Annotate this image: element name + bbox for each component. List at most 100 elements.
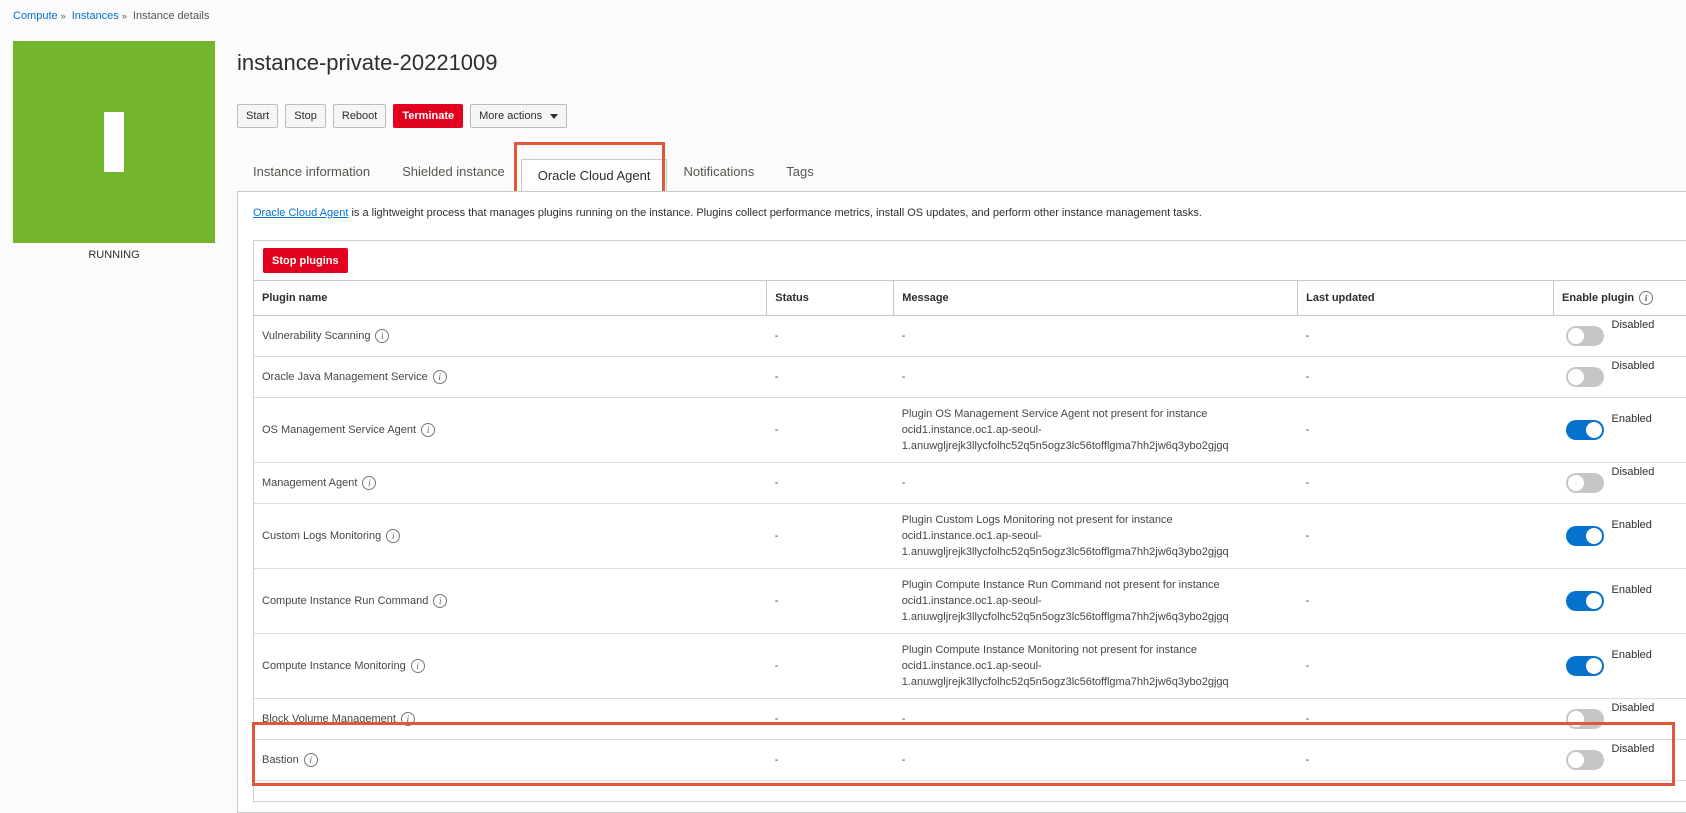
- plugin-toggle-label: Disabled: [1611, 360, 1655, 372]
- plugin-toggle-switch[interactable]: [1565, 656, 1604, 676]
- plugin-message-line: Plugin OS Management Service Agent not p…: [901, 408, 1208, 420]
- table-row: Vulnerability Scanning i - - - Disabled: [254, 315, 1686, 357]
- plugin-status: -: [766, 503, 894, 569]
- plugin-name-cell: Oracle Java Management Service i: [254, 356, 767, 398]
- stop-plugins-button[interactable]: Stop plugins: [263, 248, 348, 273]
- plugin-toggle-label: Disabled: [1611, 466, 1655, 478]
- plugin-toggle-label: Enabled: [1611, 413, 1652, 425]
- plugin-toggle-switch[interactable]: [1565, 420, 1604, 440]
- plugin-last-updated: -: [1297, 503, 1554, 569]
- plugin-message-line: Plugin Custom Logs Monitoring not presen…: [901, 514, 1173, 526]
- plugin-message-line: -: [901, 330, 906, 342]
- agent-description-text: is a lightweight process that manages pl…: [348, 207, 1202, 219]
- plugin-last-updated: -: [1297, 397, 1554, 463]
- plugin-message-cell: -: [893, 315, 1298, 357]
- table-row: OS Management Service Agent i - Plugin OS M…: [254, 397, 1686, 463]
- plugin-name-cell: Compute Instance Monitoring i: [254, 633, 767, 699]
- plugin-toggle-switch[interactable]: [1565, 326, 1604, 346]
- plugin-status: -: [766, 633, 894, 699]
- start-button[interactable]: Start: [237, 104, 279, 128]
- plugin-toggle-label: Enabled: [1611, 584, 1652, 596]
- breadcrumb-compute[interactable]: Compute: [13, 10, 58, 22]
- plugin-toggle-switch[interactable]: [1565, 526, 1604, 546]
- column-header-last-updated: Last updated: [1297, 280, 1555, 316]
- info-icon[interactable]: i: [410, 659, 425, 673]
- plugin-toggle-switch[interactable]: [1565, 750, 1604, 770]
- info-icon[interactable]: i: [1639, 291, 1654, 305]
- stop-button[interactable]: Stop: [285, 104, 326, 128]
- info-icon[interactable]: i: [432, 370, 447, 384]
- plugin-name: Compute Instance Monitoring: [262, 659, 406, 672]
- plugin-last-updated: -: [1297, 698, 1554, 740]
- plugin-toggle-label: Disabled: [1611, 319, 1655, 331]
- plugin-last-updated: -: [1297, 315, 1554, 357]
- oracle-cloud-agent-link[interactable]: Oracle Cloud Agent: [253, 207, 348, 219]
- terminate-button[interactable]: Terminate: [393, 104, 464, 128]
- plugin-toggle-switch[interactable]: [1565, 709, 1604, 729]
- plugin-toggle-switch[interactable]: [1565, 591, 1604, 611]
- breadcrumb-separator-icon: »: [60, 11, 66, 21]
- plugin-message-cell: Plugin Custom Logs Monitoring not presen…: [893, 503, 1298, 569]
- plugin-enable-cell: Disabled: [1553, 698, 1686, 740]
- plugin-name-cell: Management Agent i: [254, 462, 767, 504]
- plugin-message-line: 1.anuwgljrejk3llycfolhc52q5n5ogz3lc56tof…: [901, 546, 1229, 558]
- tab-tags[interactable]: Tags: [770, 158, 829, 191]
- plugin-enable-cell: Enabled: [1553, 568, 1686, 634]
- plugins-table: Plugin name Status Message Last updated …: [254, 280, 1686, 781]
- plugin-toggle-switch[interactable]: [1565, 367, 1604, 387]
- plugin-name: Bastion: [262, 753, 299, 766]
- more-actions-button[interactable]: More actions: [470, 104, 568, 128]
- plugin-message-cell: -: [893, 698, 1298, 740]
- plugin-name: Oracle Java Management Service: [262, 370, 428, 383]
- plugin-name: OS Management Service Agent: [262, 423, 417, 436]
- table-row: Block Volume Management i - - - Disabled: [254, 698, 1686, 740]
- info-icon[interactable]: i: [362, 476, 377, 490]
- page-title: instance-private-20221009: [237, 50, 498, 75]
- plugin-message-line: 1.anuwgljrejk3llycfolhc52q5n5ogz3lc56tof…: [901, 440, 1229, 452]
- plugin-last-updated: -: [1297, 568, 1554, 634]
- plugin-name-cell: OS Management Service Agent i: [254, 397, 767, 463]
- breadcrumb-instances[interactable]: Instances: [72, 10, 119, 22]
- plugin-status: -: [766, 356, 894, 398]
- plugin-enable-cell: Disabled: [1553, 356, 1686, 398]
- plugin-message-line: -: [901, 754, 906, 766]
- plugin-message-cell: -: [893, 356, 1298, 398]
- plugin-message-cell: -: [893, 462, 1298, 504]
- plugin-message-line: ocid1.instance.oc1.ap-seoul-: [901, 595, 1042, 607]
- instance-status-tile: [13, 41, 215, 243]
- plugin-name-cell: Custom Logs Monitoring i: [254, 503, 767, 569]
- table-header-row: Plugin name Status Message Last updated …: [254, 280, 1686, 316]
- plugin-toggle-label: Disabled: [1611, 702, 1655, 714]
- plugin-status: -: [766, 568, 894, 634]
- plugin-name-cell: Block Volume Management i: [254, 698, 767, 740]
- plugin-status: -: [766, 698, 894, 740]
- plugin-name: Block Volume Management: [262, 712, 396, 725]
- plugin-message-line: -: [901, 477, 906, 489]
- reboot-button[interactable]: Reboot: [332, 104, 387, 128]
- info-icon[interactable]: i: [421, 423, 436, 437]
- plugin-message-line: Plugin Compute Instance Run Command not …: [901, 579, 1220, 591]
- info-icon[interactable]: i: [400, 712, 415, 726]
- plugin-message-cell: -: [893, 739, 1298, 781]
- info-icon[interactable]: i: [375, 329, 390, 343]
- plugin-last-updated: -: [1297, 462, 1554, 504]
- table-row: Management Agent i - - - Disabled: [254, 462, 1686, 504]
- column-header-enable-plugin: Enable plugin i: [1553, 280, 1686, 316]
- info-icon[interactable]: i: [433, 594, 448, 608]
- info-icon[interactable]: i: [303, 753, 318, 767]
- breadcrumb: Compute» Instances» Instance details: [13, 10, 209, 22]
- plugin-name-cell: Compute Instance Run Command i: [254, 568, 767, 634]
- plugin-toggle-switch[interactable]: [1565, 473, 1604, 493]
- tab-instance-information[interactable]: Instance information: [237, 158, 386, 191]
- plugin-enable-cell: Enabled: [1553, 503, 1686, 569]
- plugin-message-line: ocid1.instance.oc1.ap-seoul-: [901, 424, 1042, 436]
- breadcrumb-separator-icon: »: [121, 11, 127, 21]
- caret-down-icon: [550, 113, 559, 119]
- plugin-name-cell: Bastion i: [254, 739, 767, 781]
- plugin-status: -: [766, 397, 894, 463]
- plugin-toggle-label: Enabled: [1611, 519, 1652, 531]
- tab-shielded-instance[interactable]: Shielded instance: [386, 158, 521, 191]
- info-icon[interactable]: i: [386, 529, 401, 543]
- tab-notifications[interactable]: Notifications: [667, 158, 770, 191]
- plugin-name: Custom Logs Monitoring: [262, 529, 382, 542]
